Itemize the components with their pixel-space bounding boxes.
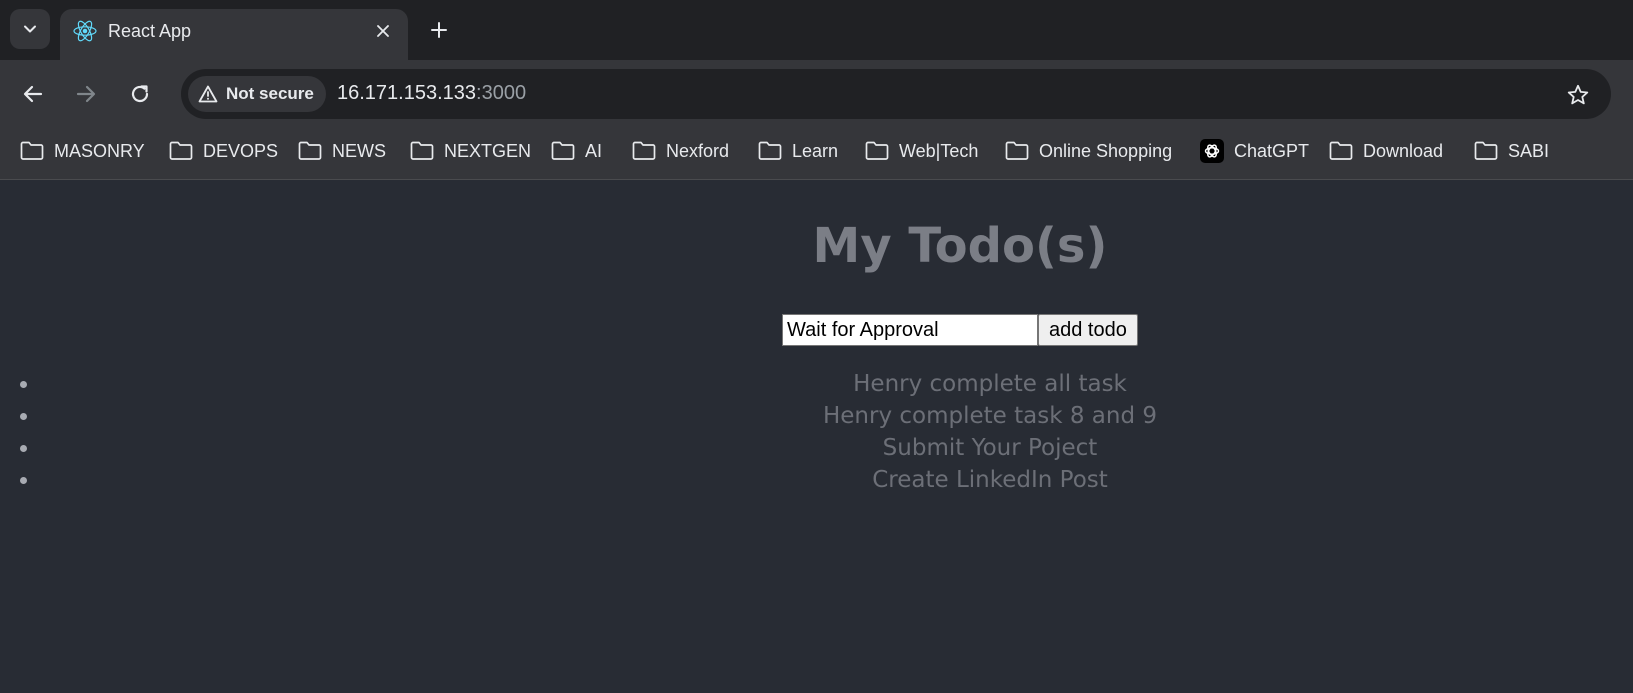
browser-toolbar: Not secure 16.171.153.133:3000 MASONRY D… — [0, 60, 1633, 180]
url-host: 16.171.153.133 — [337, 82, 477, 104]
plus-icon — [431, 22, 447, 38]
close-icon — [377, 25, 389, 37]
arrow-right-icon — [76, 85, 96, 103]
tab-title: React App — [108, 21, 192, 41]
bookmark-ai[interactable]: AI — [551, 130, 602, 172]
bookmark-web-tech[interactable]: Web|Tech — [865, 130, 978, 172]
folder-icon — [410, 141, 434, 160]
bookmark-chatgpt[interactable]: ChatGPT — [1200, 130, 1309, 172]
forward-button[interactable] — [68, 76, 104, 112]
arrow-left-icon — [23, 85, 43, 103]
bookmark-label: DEVOPS — [203, 140, 279, 161]
bookmark-label: SABI — [1508, 140, 1550, 161]
bookmark-nexford[interactable]: Nexford — [632, 130, 729, 172]
url-text[interactable]: 16.171.153.133:3000 — [337, 82, 526, 105]
add-todo-form: add todo — [782, 314, 1138, 346]
tab-search-button[interactable] — [10, 9, 50, 49]
bookmark-news[interactable]: NEWS — [298, 130, 386, 172]
todo-list: Henry complete all task Henry complete t… — [40, 368, 1633, 496]
bookmark-star-button[interactable] — [1561, 78, 1595, 112]
bookmark-label: Learn — [792, 140, 839, 161]
address-bar[interactable]: Not secure 16.171.153.133:3000 — [181, 69, 1611, 119]
bookmark-label: MASONRY — [54, 140, 145, 161]
bookmark-label: Nexford — [666, 140, 730, 161]
bookmark-online-shopping[interactable]: Online Shopping — [1005, 130, 1172, 172]
bookmark-label: Download — [1363, 140, 1444, 161]
page-title: My Todo(s) — [812, 218, 1108, 274]
folder-icon — [1329, 141, 1353, 160]
bookmark-devops[interactable]: DEVOPS — [169, 130, 278, 172]
folder-icon — [758, 141, 782, 160]
bookmark-label: NEXTGEN — [444, 140, 532, 161]
security-chip[interactable]: Not secure — [188, 76, 326, 112]
folder-icon — [1474, 141, 1498, 160]
bookmark-label: ChatGPT — [1234, 140, 1310, 161]
folder-icon — [632, 141, 656, 160]
star-icon — [1567, 84, 1589, 105]
add-todo-button[interactable]: add todo — [1038, 314, 1138, 346]
bookmarks-bar: MASONRY DEVOPS NEWS NEXTGEN AI Nexford L… — [0, 130, 1633, 172]
folder-icon — [865, 141, 889, 160]
bookmark-download[interactable]: Download — [1329, 130, 1443, 172]
folder-icon — [169, 141, 193, 160]
bookmark-label: Web|Tech — [899, 140, 979, 161]
reload-icon — [131, 85, 149, 103]
todo-item: Create LinkedIn Post — [40, 464, 1633, 496]
todo-item: Henry complete all task — [40, 368, 1633, 400]
react-logo-icon — [73, 20, 97, 42]
bookmark-label: Online Shopping — [1039, 140, 1173, 161]
chatgpt-icon — [1200, 139, 1224, 163]
reload-button[interactable] — [122, 76, 158, 112]
todo-input[interactable] — [782, 314, 1038, 346]
bookmark-learn[interactable]: Learn — [758, 130, 838, 172]
chevron-down-icon — [24, 25, 36, 33]
todo-item: Henry complete task 8 and 9 — [40, 400, 1633, 432]
folder-icon — [1005, 141, 1029, 160]
bookmark-masonry[interactable]: MASONRY — [20, 130, 145, 172]
todo-item: Submit Your Poject — [40, 432, 1633, 464]
tab-strip: React App — [0, 0, 1633, 60]
bookmark-label: AI — [585, 140, 603, 161]
security-label: Not secure — [226, 84, 314, 103]
bookmark-sabi[interactable]: SABI — [1474, 130, 1549, 172]
new-tab-button[interactable] — [424, 15, 454, 45]
back-button[interactable] — [15, 76, 51, 112]
folder-icon — [551, 141, 575, 160]
folder-icon — [20, 141, 44, 160]
folder-icon — [298, 141, 322, 160]
app-viewport: My Todo(s) add todo Henry complete all t… — [0, 181, 1633, 693]
bookmark-nextgen[interactable]: NEXTGEN — [410, 130, 531, 172]
browser-tab[interactable]: React App — [60, 9, 408, 60]
bookmark-label: NEWS — [332, 140, 386, 161]
warning-icon — [198, 85, 218, 103]
tab-close-button[interactable] — [372, 20, 394, 42]
url-port: :3000 — [476, 82, 527, 104]
